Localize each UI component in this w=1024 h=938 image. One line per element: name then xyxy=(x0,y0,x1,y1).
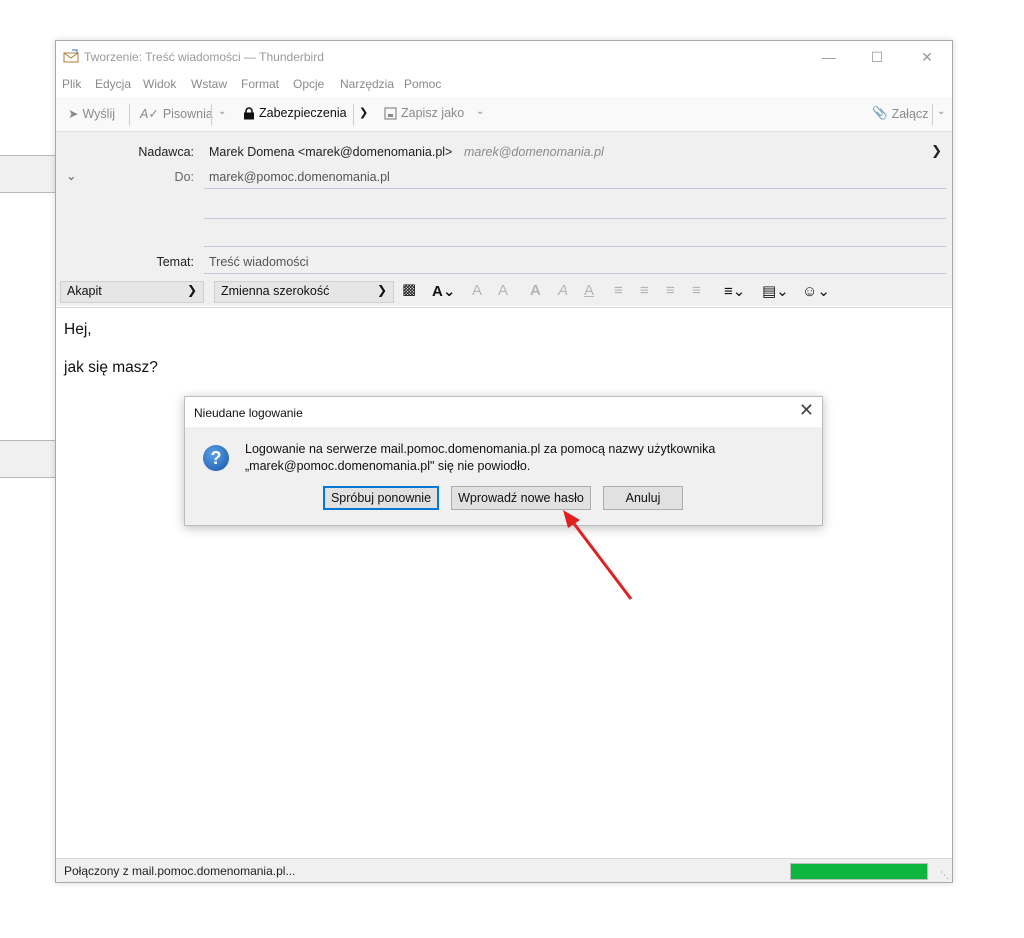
menu-insert[interactable]: Wstaw xyxy=(191,77,227,91)
menu-format[interactable]: Format xyxy=(241,77,279,91)
save-dropdown-icon[interactable]: ⌄ xyxy=(476,106,484,117)
retry-label: Spróbuj ponownie xyxy=(330,491,432,505)
subject-underline xyxy=(204,273,946,274)
from-identity: marek@domenomania.pl xyxy=(464,145,604,159)
retry-button[interactable]: Spróbuj ponownie xyxy=(323,486,439,510)
toolbar-separator xyxy=(211,104,212,126)
outdent-icon[interactable]: ≡ xyxy=(666,282,675,299)
subject-label: Temat: xyxy=(156,255,194,269)
recipient-empty-row[interactable] xyxy=(204,246,946,247)
message-body[interactable]: Hej, jak się masz? xyxy=(56,307,952,858)
maximize-button[interactable]: ☐ xyxy=(854,41,900,73)
login-failed-dialog: Nieudane logowanie ✕ ? Logowanie na serw… xyxy=(184,396,823,526)
dialog-title-bar: Nieudane logowanie ✕ xyxy=(185,397,822,427)
menu-options[interactable]: Opcje xyxy=(293,77,324,91)
spelling-label: Pisownia xyxy=(162,106,213,121)
attach-label: Załącz xyxy=(891,106,929,121)
menu-view[interactable]: Widok xyxy=(143,77,176,91)
background-panel xyxy=(0,440,55,478)
insert-image-icon[interactable]: ▤⌄ xyxy=(762,282,789,300)
emoji-icon[interactable]: ☺⌄ xyxy=(802,282,830,300)
toolbar-separator xyxy=(129,104,130,126)
font-size-icon[interactable]: A⌄ xyxy=(432,282,455,300)
cancel-label: Anuluj xyxy=(625,491,661,505)
title-bar: Tworzenie: Treść wiadomości — Thunderbir… xyxy=(56,41,952,73)
paragraph-style-value: Akapit xyxy=(67,284,102,298)
text-color-icon[interactable]: ▩ xyxy=(402,280,416,298)
from-dropdown-icon: ❯ xyxy=(931,143,942,158)
dialog-message: Logowanie na serwerze mail.pomoc.domenom… xyxy=(245,441,715,475)
larger-font-icon[interactable]: A xyxy=(498,282,508,299)
resize-grip-icon[interactable]: ⋱ xyxy=(940,870,949,881)
progress-bar xyxy=(790,863,928,880)
attach-button[interactable]: 📎 Załącz xyxy=(872,106,928,121)
underline-icon[interactable]: A xyxy=(584,282,594,299)
background-panel xyxy=(0,155,55,193)
bullet-list-icon[interactable]: ≡ xyxy=(614,282,623,299)
lock-icon xyxy=(244,106,254,119)
save-icon xyxy=(384,106,397,120)
attach-dropdown-icon[interactable]: ⌄ xyxy=(937,106,945,117)
question-icon: ? xyxy=(203,445,229,471)
toolbar-separator xyxy=(353,104,354,126)
menu-help[interactable]: Pomoc xyxy=(404,77,441,91)
send-label: Wyślij xyxy=(82,106,116,121)
compose-icon xyxy=(63,49,79,63)
chevron-down-icon: ❯ xyxy=(376,283,387,297)
from-selector[interactable]: Marek Domena <marek@domenomania.pl> mare… xyxy=(204,140,946,162)
spelling-icon: A✓ xyxy=(140,107,159,121)
address-type-chevron-icon[interactable]: ⌄ xyxy=(66,168,76,183)
align-icon[interactable]: ≡⌄ xyxy=(724,282,745,300)
compose-toolbar: ➤ Wyślij A✓ Pisownia ⌄ Zabezpieczenia ❯ … xyxy=(56,97,952,132)
from-name: Marek Domena <marek@domenomania.pl> xyxy=(209,145,453,159)
new-password-button[interactable]: Wprowadź nowe hasło xyxy=(451,486,591,510)
close-icon[interactable]: ✕ xyxy=(799,400,814,421)
window-title: Tworzenie: Treść wiadomości — Thunderbir… xyxy=(84,50,324,64)
send-button[interactable]: ➤ Wyślij xyxy=(68,106,116,122)
from-label: Nadawca: xyxy=(138,145,194,159)
font-select[interactable]: Zmienna szerokość ❯ xyxy=(214,281,394,303)
cancel-button[interactable]: Anuluj xyxy=(603,486,683,510)
send-icon: ➤ xyxy=(68,107,79,121)
italic-icon[interactable]: A xyxy=(558,282,568,299)
message-line: Hej, xyxy=(64,321,92,338)
progress-fill xyxy=(791,864,927,879)
indent-icon[interactable]: ≡ xyxy=(692,282,701,299)
smaller-font-icon[interactable]: A xyxy=(472,282,482,299)
spelling-dropdown-icon[interactable]: ⌄ xyxy=(218,106,226,117)
to-field[interactable]: marek@pomoc.domenomania.pl xyxy=(209,170,390,184)
close-button[interactable]: ✕ xyxy=(904,41,950,73)
status-bar: Połączony z mail.pomoc.domenomania.pl...… xyxy=(56,858,952,882)
menu-bar: Plik Edycja Widok Wstaw Format Opcje Nar… xyxy=(56,73,952,95)
chevron-down-icon: ❯ xyxy=(186,283,197,297)
security-button[interactable]: Zabezpieczenia xyxy=(243,106,347,120)
paragraph-style-select[interactable]: Akapit ❯ xyxy=(60,281,204,303)
dialog-message-line: Logowanie na serwerze mail.pomoc.domenom… xyxy=(245,442,716,456)
subject-field[interactable]: Treść wiadomości xyxy=(209,255,309,269)
save-as-label: Zapisz jako xyxy=(401,106,465,120)
toolbar-separator xyxy=(932,104,933,126)
status-text: Połączony z mail.pomoc.domenomania.pl... xyxy=(64,864,296,878)
menu-file[interactable]: Plik xyxy=(62,77,81,91)
bold-icon[interactable]: A xyxy=(530,282,541,299)
security-label: Zabezpieczenia xyxy=(259,106,347,120)
to-label[interactable]: Do: xyxy=(146,170,194,184)
menu-edit[interactable]: Edycja xyxy=(95,77,131,91)
new-password-label: Wprowadź nowe hasło xyxy=(458,491,584,505)
security-dropdown-icon[interactable]: ❯ xyxy=(359,106,368,119)
menu-tools[interactable]: Narzędzia xyxy=(340,77,394,91)
numbered-list-icon[interactable]: ≡ xyxy=(640,282,649,299)
recipient-empty-row[interactable] xyxy=(204,218,946,219)
format-toolbar: Akapit ❯ Zmienna szerokość ❯ ▩ A⌄ A A A … xyxy=(56,278,952,306)
paperclip-icon: 📎 xyxy=(872,106,888,120)
font-value: Zmienna szerokość xyxy=(221,284,330,298)
message-line: jak się masz? xyxy=(64,359,158,376)
dialog-title: Nieudane logowanie xyxy=(194,406,303,420)
dialog-message-line: „marek@pomoc.domenomania.pl" się nie pow… xyxy=(245,459,531,473)
to-underline xyxy=(204,188,946,189)
save-as-button[interactable]: Zapisz jako xyxy=(384,106,464,120)
spelling-button[interactable]: A✓ Pisownia xyxy=(140,106,213,122)
minimize-button[interactable]: — xyxy=(806,41,852,73)
